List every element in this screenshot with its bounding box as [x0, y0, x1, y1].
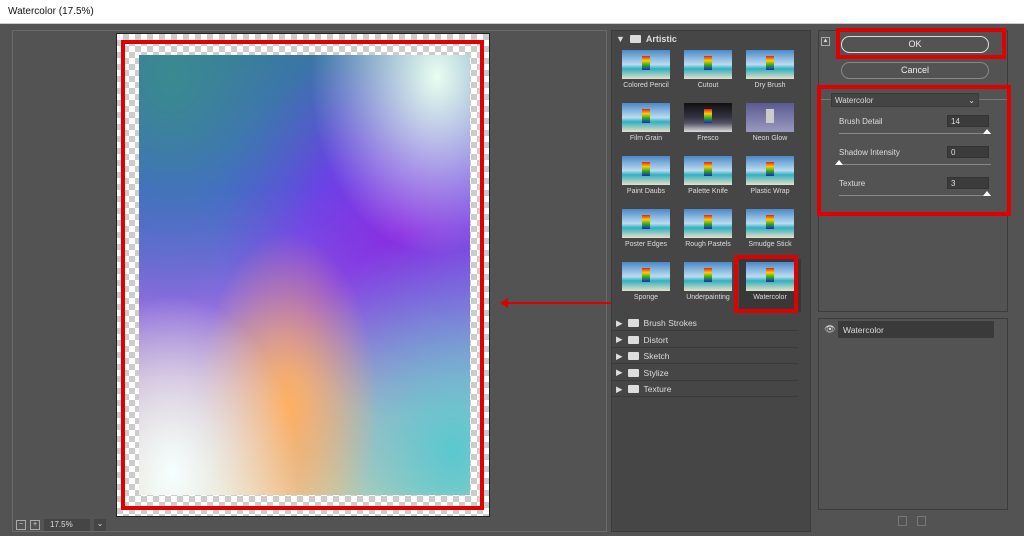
- effect-layer-watercolor[interactable]: 👁 Watercolor: [822, 321, 994, 338]
- category-label: Brush Strokes: [643, 318, 697, 328]
- thumbnail-image: [622, 103, 670, 132]
- folder-icon: [627, 319, 639, 327]
- category-label: Distort: [643, 334, 669, 345]
- filter-thumb-smudge-stick[interactable]: Smudge Stick: [739, 206, 801, 259]
- zoom-out-icon[interactable]: −: [16, 520, 26, 530]
- filter-label: Underpainting: [686, 294, 730, 301]
- filter-thumb-fresco[interactable]: Fresco: [677, 100, 739, 153]
- category-distort[interactable]: ▶ Distort: [612, 333, 798, 348]
- chevron-down-icon[interactable]: ⌄: [94, 519, 106, 531]
- zoom-in-icon[interactable]: +: [30, 520, 40, 530]
- filter-thumb-dry-brush[interactable]: Dry Brush: [739, 47, 801, 100]
- filter-thumb-film-grain[interactable]: Film Grain: [615, 100, 677, 153]
- thumbnail-image: [684, 103, 732, 132]
- thumbnail-image: [622, 262, 670, 291]
- triangle-right-icon: ▶: [616, 383, 623, 394]
- effect-layers-panel: 👁 Watercolor: [818, 318, 1008, 510]
- category-sketch[interactable]: ▶ Sketch: [612, 349, 798, 364]
- filter-label: Neon Glow: [752, 135, 788, 142]
- filter-thumb-cutout[interactable]: Cutout: [677, 47, 739, 100]
- thumbnail-image: [746, 50, 794, 79]
- filter-label: Palette Knife: [688, 188, 728, 195]
- filter-thumb-underpainting[interactable]: Underpainting: [677, 259, 739, 312]
- category-brush-strokes[interactable]: ▶ Brush Strokes: [612, 316, 798, 331]
- filter-label: Dry Brush: [754, 82, 786, 89]
- filter-label: Colored Pencil: [623, 82, 669, 89]
- thumbnail-image: [746, 209, 794, 238]
- filter-thumb-poster-edges[interactable]: Poster Edges: [615, 206, 677, 259]
- thumbnail-image: [622, 50, 670, 79]
- filter-label: Poster Edges: [624, 241, 668, 248]
- filter-label: Fresco: [697, 135, 719, 142]
- thumbnail-image: [684, 209, 732, 238]
- eye-icon[interactable]: 👁: [822, 321, 838, 338]
- category-artistic[interactable]: ▼ Artistic: [616, 34, 677, 44]
- zoom-value[interactable]: 17.5%: [44, 519, 90, 531]
- triangle-right-icon: ▶: [616, 334, 623, 344]
- thumbnail-image: [746, 103, 794, 132]
- folder-icon: [627, 352, 639, 360]
- filter-label: Plastic Wrap: [750, 188, 790, 195]
- arrow-head-icon: [500, 298, 508, 308]
- highlight-ok: [836, 28, 1006, 59]
- thumbnail-image: [684, 262, 732, 291]
- filter-gallery: ▼ Artistic Colored Pencil Cutout Dry Brush…: [611, 30, 811, 532]
- category-texture[interactable]: ▶ Texture: [612, 382, 798, 397]
- triangle-down-icon: ▼: [616, 34, 625, 44]
- new-effect-layer-icon[interactable]: [898, 516, 907, 526]
- filter-label: Film Grain: [629, 135, 663, 142]
- trash-icon[interactable]: [917, 516, 926, 526]
- triangle-right-icon: ▶: [616, 317, 623, 328]
- folder-icon: [627, 335, 639, 344]
- triangle-right-icon: ▶: [616, 367, 623, 377]
- thumbnail-image: [746, 156, 794, 185]
- thumbnail-image: [622, 209, 670, 238]
- category-stylize[interactable]: ▶ Stylize: [612, 366, 798, 381]
- highlight-watercolor: [734, 255, 798, 313]
- filter-label: Rough Pastels: [685, 241, 731, 248]
- filter-label: Sponge: [633, 294, 659, 301]
- highlight-preview: [121, 40, 484, 510]
- highlight-settings: [817, 85, 1011, 216]
- zoom-controls: − + 17.5% ⌄: [16, 519, 106, 531]
- thumbnail-image: [684, 156, 732, 185]
- filter-label: Paint Daubs: [626, 188, 666, 195]
- category-label: Sketch: [643, 351, 670, 361]
- window-title: Watercolor (17.5%): [0, 0, 1024, 24]
- category-label: Texture: [643, 384, 672, 394]
- folder-icon: [629, 35, 641, 43]
- category-label: Stylize: [643, 367, 669, 378]
- triangle-right-icon: ▶: [616, 350, 623, 361]
- thumbnail-image: [622, 156, 670, 185]
- cancel-button[interactable]: Cancel: [841, 62, 989, 79]
- thumbnail-image: [684, 50, 732, 79]
- folder-icon: [627, 368, 639, 377]
- filter-thumb-palette-knife[interactable]: Palette Knife: [677, 153, 739, 206]
- filter-label: Cutout: [697, 82, 719, 89]
- filter-thumb-neon-glow[interactable]: Neon Glow: [739, 100, 801, 153]
- filter-label: Smudge Stick: [748, 241, 792, 248]
- filter-thumb-plastic-wrap[interactable]: Plastic Wrap: [739, 153, 801, 206]
- filter-thumb-rough-pastels[interactable]: Rough Pastels: [677, 206, 739, 259]
- filter-thumb-colored-pencil[interactable]: Colored Pencil: [615, 47, 677, 100]
- folder-icon: [627, 385, 639, 393]
- filter-thumb-sponge[interactable]: Sponge: [615, 259, 677, 312]
- filter-thumb-paint-daubs[interactable]: Paint Daubs: [615, 153, 677, 206]
- collapse-icon[interactable]: ▲: [821, 37, 830, 46]
- settings-panel: ▲ OK Cancel Watercolor ⌄ Brush Detail 14 …: [817, 28, 1011, 312]
